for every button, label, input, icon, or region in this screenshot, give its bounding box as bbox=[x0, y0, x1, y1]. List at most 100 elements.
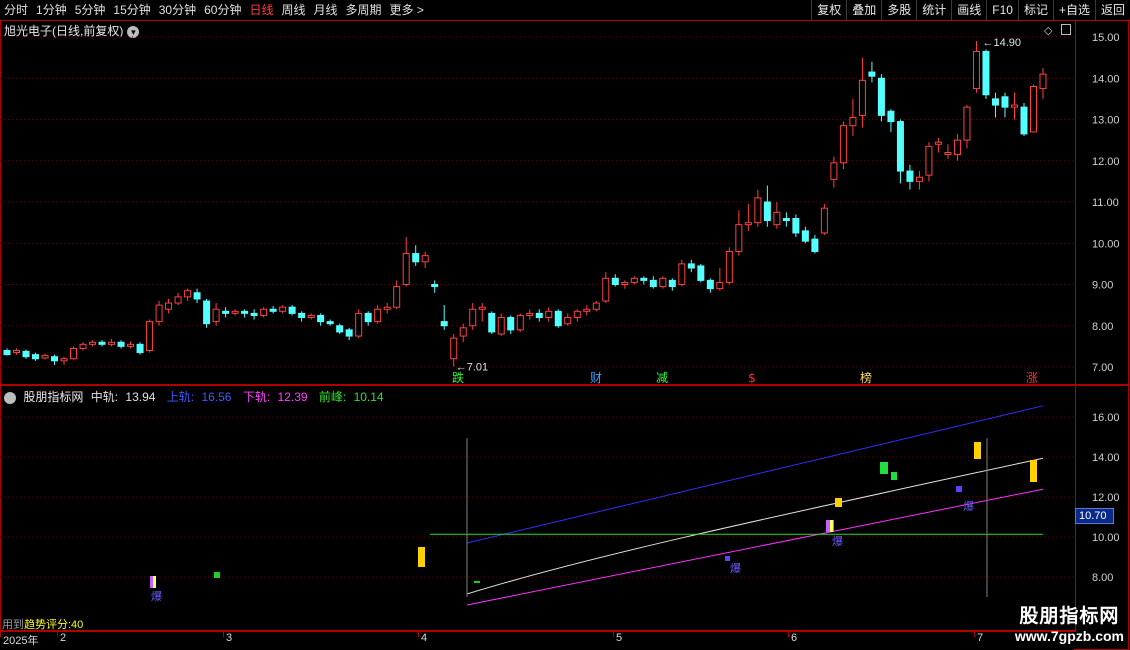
candle-body bbox=[706, 279, 714, 290]
candle-body bbox=[203, 300, 211, 325]
date-axis: 2025年 2 3 4 5 6 7 bbox=[0, 630, 1075, 649]
signal-block bbox=[974, 442, 981, 459]
date-tick bbox=[788, 631, 789, 637]
candle-body bbox=[545, 310, 553, 318]
date-label: 5 bbox=[616, 632, 623, 644]
upper-label-text: 上轨: bbox=[166, 390, 195, 404]
event-marker: 涨 bbox=[1026, 370, 1038, 385]
bao-label: 爆 bbox=[963, 499, 974, 513]
candle-body bbox=[431, 284, 439, 288]
candle-body bbox=[621, 281, 629, 285]
candle-body bbox=[830, 162, 838, 180]
date-label: 7 bbox=[977, 632, 984, 644]
date-label: 6 bbox=[791, 632, 798, 644]
price-tick-label: 10.00 bbox=[1092, 238, 1120, 250]
signal-block bbox=[474, 581, 480, 583]
signal-block bbox=[835, 498, 842, 507]
candle-body bbox=[317, 314, 325, 323]
candle-body bbox=[41, 354, 49, 359]
candle-body bbox=[640, 277, 648, 281]
candle-body bbox=[963, 106, 971, 141]
candle-body bbox=[355, 312, 363, 337]
candle-body bbox=[450, 337, 458, 360]
candle-body bbox=[678, 263, 686, 285]
candle-body bbox=[858, 79, 866, 116]
candle-body bbox=[1039, 73, 1047, 90]
candle-body bbox=[374, 308, 382, 323]
candle-body bbox=[231, 310, 239, 314]
candle-body bbox=[839, 125, 847, 164]
indicator-tick-label: 10.00 bbox=[1092, 532, 1120, 544]
indicator-name[interactable]: 股朋指标网 bbox=[23, 390, 83, 404]
price-tick-label: 11.00 bbox=[1092, 197, 1119, 209]
lower-label: 下轨: 12.39 bbox=[243, 390, 312, 404]
candle-body bbox=[108, 341, 116, 345]
candle-body bbox=[3, 350, 11, 356]
candle-body bbox=[51, 356, 59, 362]
candle-body bbox=[127, 343, 135, 347]
candle-body bbox=[991, 98, 999, 106]
watermark: 股朋指标网 www.7gpzb.com bbox=[1015, 601, 1124, 644]
candle-body bbox=[697, 265, 705, 281]
candle-body bbox=[716, 281, 724, 290]
candle-body bbox=[630, 277, 638, 283]
candle-body bbox=[469, 308, 477, 327]
candle-body bbox=[1001, 96, 1009, 108]
candle-body bbox=[972, 50, 980, 90]
candle-body bbox=[953, 139, 961, 156]
signal-block bbox=[418, 547, 425, 567]
price-tick-label: 9.00 bbox=[1092, 280, 1113, 292]
candle-body bbox=[592, 302, 600, 310]
candle-body bbox=[32, 354, 40, 360]
candle-body bbox=[535, 312, 543, 318]
candle-body bbox=[98, 341, 106, 345]
candle-body bbox=[117, 341, 125, 347]
candle-body bbox=[279, 306, 287, 312]
candle-body bbox=[70, 347, 78, 360]
signal-block bbox=[891, 472, 897, 480]
watermark-name: 股朋指标网 bbox=[1019, 606, 1120, 627]
candle-body bbox=[611, 277, 619, 285]
candle-body bbox=[79, 343, 87, 349]
signal-block bbox=[214, 572, 220, 578]
mid-value: 13.94 bbox=[125, 390, 156, 404]
peak-label-text: 前峰: bbox=[318, 390, 347, 404]
candle-body bbox=[668, 279, 676, 288]
candle-body bbox=[478, 306, 486, 310]
bao-label: 爆 bbox=[151, 589, 162, 603]
date-tick bbox=[613, 631, 614, 637]
candle-body bbox=[165, 302, 173, 310]
candle-body bbox=[136, 343, 144, 354]
candle-body bbox=[155, 304, 163, 323]
candle-body bbox=[868, 71, 876, 77]
upper-label: 上轨: 16.56 bbox=[167, 390, 236, 404]
candle-body bbox=[602, 277, 610, 302]
event-marker: 跌 bbox=[452, 370, 464, 385]
candle-body bbox=[934, 141, 942, 145]
candle-body bbox=[773, 211, 781, 226]
candle-body bbox=[241, 310, 249, 314]
lower-band-line bbox=[466, 488, 1044, 606]
candle-body bbox=[269, 308, 277, 312]
price-tick-label: 14.00 bbox=[1092, 73, 1120, 85]
candle-body bbox=[146, 321, 154, 351]
candle-body bbox=[754, 197, 762, 224]
candle-body bbox=[735, 224, 743, 252]
mid-label: 中轨: 13.94 bbox=[91, 390, 160, 404]
candle-body bbox=[687, 263, 695, 269]
candle-body bbox=[488, 312, 496, 333]
candle-body bbox=[1010, 104, 1018, 108]
candle-body bbox=[193, 292, 201, 300]
candle-body bbox=[1029, 86, 1037, 133]
candle-body bbox=[887, 110, 895, 123]
candle-body bbox=[22, 350, 30, 358]
signal-block bbox=[153, 576, 156, 588]
date-label: 2025年 bbox=[3, 635, 39, 647]
candle-body bbox=[744, 222, 752, 226]
candle-body bbox=[13, 350, 21, 354]
event-marker: $ bbox=[748, 371, 756, 385]
candle-body bbox=[1020, 106, 1028, 135]
chevron-down-icon[interactable] bbox=[4, 391, 16, 404]
upper-band-line bbox=[466, 405, 1044, 544]
candle-body bbox=[906, 170, 914, 182]
